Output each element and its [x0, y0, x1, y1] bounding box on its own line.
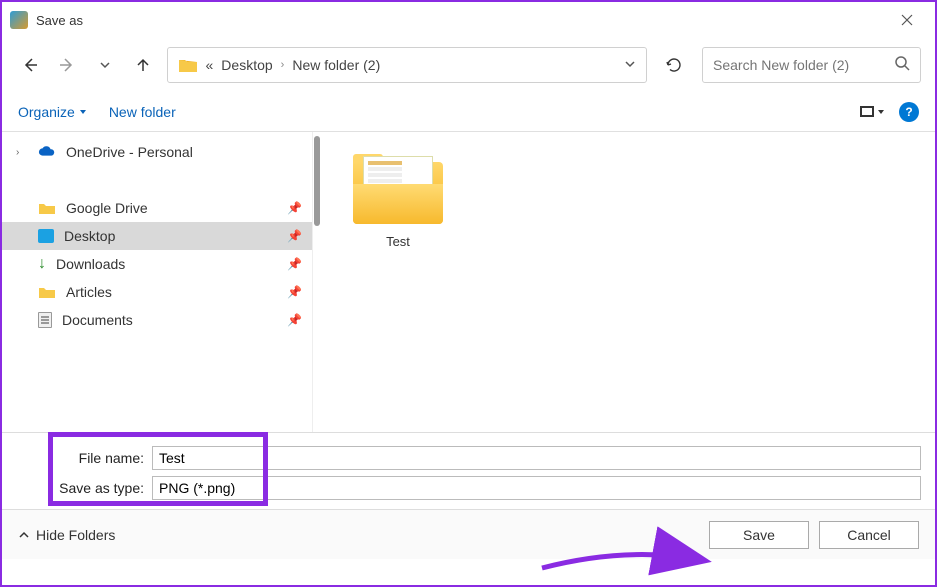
chevron-right-icon: › — [281, 59, 285, 71]
sidebar: › OneDrive - Personal Google Drive 📌 Des… — [2, 132, 312, 432]
folder-large-icon — [353, 152, 443, 224]
save-button[interactable]: Save — [709, 521, 809, 549]
view-icon — [860, 106, 874, 117]
refresh-icon — [665, 56, 683, 74]
pin-icon: 📌 — [287, 229, 302, 243]
pin-icon: 📌 — [287, 285, 302, 299]
hide-folders-label: Hide Folders — [36, 527, 115, 543]
save-fields: File name: Save as type: — [2, 432, 935, 509]
breadcrumb-part-1[interactable]: Desktop — [221, 57, 272, 73]
chevron-down-icon — [624, 58, 636, 70]
document-icon — [38, 312, 52, 328]
filetype-label: Save as type: — [2, 480, 152, 496]
tree-label: Articles — [66, 284, 112, 300]
tree-label: Documents — [62, 312, 133, 328]
titlebar: Save as — [2, 2, 935, 38]
tree-item-articles[interactable]: Articles 📌 — [2, 278, 312, 306]
up-button[interactable] — [129, 51, 157, 79]
arrow-left-icon — [22, 57, 38, 73]
tree-label: Desktop — [64, 228, 115, 244]
file-content[interactable]: Test — [312, 132, 935, 432]
search-box[interactable] — [702, 47, 921, 83]
caret-down-icon — [79, 108, 87, 116]
breadcrumb-dropdown[interactable] — [624, 57, 636, 73]
filename-input[interactable] — [152, 446, 921, 470]
new-folder-button[interactable]: New folder — [109, 104, 176, 120]
arrow-up-icon — [135, 57, 151, 73]
desktop-icon — [38, 229, 54, 243]
breadcrumb[interactable]: « Desktop › New folder (2) — [167, 47, 647, 83]
search-input[interactable] — [713, 57, 894, 73]
organize-menu[interactable]: Organize — [18, 104, 87, 120]
search-icon — [894, 55, 910, 76]
hide-folders-button[interactable]: Hide Folders — [18, 527, 115, 543]
toolbar: Organize New folder ? — [2, 92, 935, 132]
close-icon — [901, 14, 913, 26]
folder-icon — [178, 56, 198, 74]
tree-item-google-drive[interactable]: Google Drive 📌 — [2, 194, 312, 222]
folder-icon — [38, 285, 56, 299]
view-menu[interactable] — [860, 106, 885, 117]
window-title: Save as — [36, 13, 887, 28]
help-button[interactable]: ? — [899, 102, 919, 122]
body: › OneDrive - Personal Google Drive 📌 Des… — [2, 132, 935, 432]
onedrive-icon — [38, 145, 56, 159]
nav-row: « Desktop › New folder (2) — [2, 38, 935, 92]
chevron-down-icon — [99, 59, 111, 71]
organize-label: Organize — [18, 104, 75, 120]
forward-button[interactable] — [54, 51, 82, 79]
tree-item-desktop[interactable]: Desktop 📌 — [2, 222, 312, 250]
chevron-up-icon — [18, 529, 30, 541]
close-button[interactable] — [887, 5, 927, 35]
pin-icon: 📌 — [287, 313, 302, 327]
folder-icon — [38, 201, 56, 215]
pin-icon: 📌 — [287, 257, 302, 271]
back-button[interactable] — [16, 51, 44, 79]
tree-label: Google Drive — [66, 200, 148, 216]
help-icon: ? — [905, 105, 912, 119]
tree-label: OneDrive - Personal — [66, 144, 193, 160]
file-name: Test — [343, 234, 453, 249]
tree-item-downloads[interactable]: ↓ Downloads 📌 — [2, 250, 312, 278]
tree-item-documents[interactable]: Documents 📌 — [2, 306, 312, 334]
arrow-right-icon — [59, 57, 75, 73]
tree-item-onedrive[interactable]: › OneDrive - Personal — [2, 138, 312, 166]
cancel-button[interactable]: Cancel — [819, 521, 919, 549]
app-icon — [10, 11, 28, 29]
download-icon: ↓ — [38, 255, 46, 273]
chevron-right-icon: › — [16, 147, 28, 158]
footer: Hide Folders Save Cancel — [2, 509, 935, 559]
breadcrumb-prefix: « — [206, 57, 214, 73]
pin-icon: 📌 — [287, 201, 302, 215]
filetype-select[interactable] — [152, 476, 921, 500]
recent-button[interactable] — [91, 51, 119, 79]
filename-label: File name: — [2, 450, 152, 466]
breadcrumb-part-2[interactable]: New folder (2) — [292, 57, 380, 73]
caret-down-icon — [877, 108, 885, 116]
refresh-button[interactable] — [657, 47, 693, 83]
tree-label: Downloads — [56, 256, 125, 272]
file-item[interactable]: Test — [343, 152, 453, 249]
